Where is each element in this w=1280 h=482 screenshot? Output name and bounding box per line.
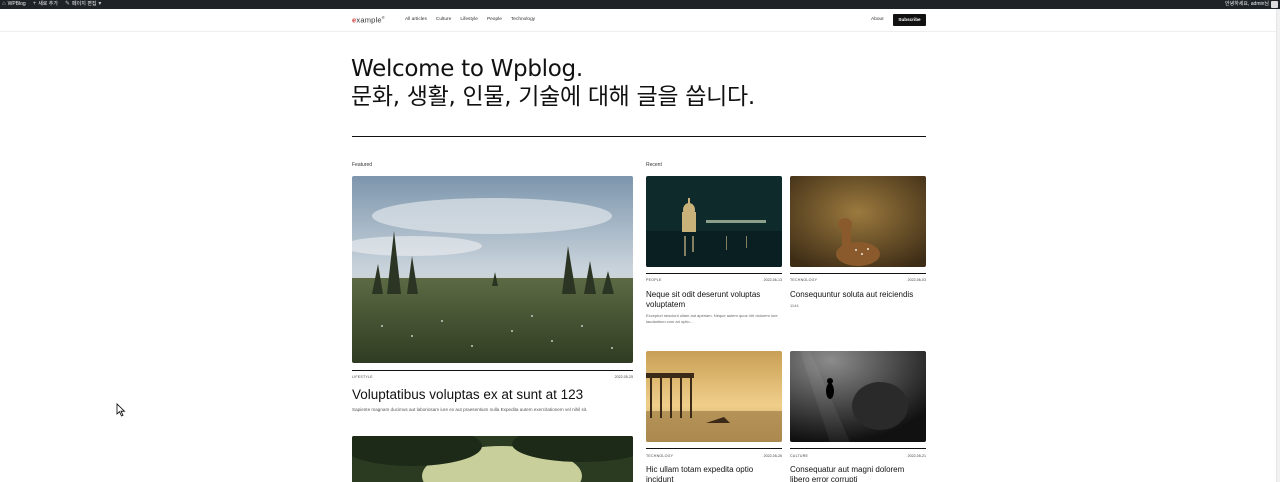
- recent-title-1[interactable]: Neque sit odit deserunt voluptas volupta…: [646, 290, 782, 309]
- recent-category-3[interactable]: TECHNOLOGY: [646, 454, 673, 458]
- avatar: [1271, 1, 1278, 8]
- admin-bar-edit[interactable]: ✎ 페이지 편집 ▾: [65, 0, 101, 9]
- recent-date-4: 2022-05-21: [907, 454, 926, 458]
- featured-label: Featured: [352, 162, 373, 168]
- featured-divider: [352, 370, 633, 371]
- featured-category[interactable]: LIFESTYLE: [352, 375, 373, 379]
- admin-bar-site[interactable]: ⌂ WPBlog: [2, 0, 26, 9]
- recent-divider-3: [646, 448, 782, 449]
- recent-image-1[interactable]: [646, 176, 782, 267]
- pencil-icon: ✎: [65, 1, 71, 7]
- admin-bar-edit-label: 페이지 편집: [72, 1, 97, 7]
- admin-bar-new[interactable]: + 새로 추가: [33, 0, 58, 9]
- recent-title-2[interactable]: Consequuntur soluta aut reiciendis: [790, 290, 926, 300]
- recent-image-3[interactable]: [646, 351, 782, 442]
- featured-title[interactable]: Voluptatibus voluptas ex at sunt at 123: [352, 387, 583, 402]
- home-icon: ⌂: [2, 1, 6, 7]
- recent-date-1: 2022-06-13: [763, 278, 782, 282]
- hero-heading: Welcome to Wpblog. 문화, 생활, 인물, 기술에 대해 글을…: [351, 56, 927, 111]
- recent-title-3[interactable]: Hic ullam totam expedita optio incidunt: [646, 465, 782, 482]
- featured-excerpt: Sapiente magnam ducimus aut laboriosam i…: [352, 407, 588, 412]
- nav-about[interactable]: About: [871, 17, 884, 22]
- recent-divider-4: [790, 448, 926, 449]
- recent-title-4[interactable]: Consequatur aut magni dolorem libero err…: [790, 465, 926, 482]
- plus-icon: +: [32, 1, 37, 7]
- nav-lifestyle[interactable]: Lifestyle: [460, 17, 478, 22]
- recent-date-3: 2022-05-26: [763, 454, 782, 458]
- main-nav: All articles Culture Lifestyle People Te…: [405, 17, 535, 22]
- recent-category-4[interactable]: CULTURE: [790, 454, 808, 458]
- nav-all-articles[interactable]: All articles: [405, 17, 427, 22]
- admin-bar-site-name: WPBlog: [7, 1, 26, 7]
- nav-technology[interactable]: Technology: [511, 17, 535, 22]
- recent-category-2[interactable]: TECHNOLOGY: [790, 278, 817, 282]
- site-logo[interactable]: example®: [352, 15, 385, 25]
- site-header: example® All articles Culture Lifestyle …: [0, 9, 1276, 32]
- mouse-cursor-icon: [116, 403, 126, 417]
- chevron-down-icon: ▾: [98, 1, 102, 7]
- recent-category-1[interactable]: PEOPLE: [646, 278, 662, 282]
- featured-second-image[interactable]: [352, 436, 633, 482]
- hero-divider: [352, 136, 926, 137]
- recent-divider-1: [646, 273, 782, 274]
- admin-bar-greeting: 안녕하세요, admin님: [1225, 1, 1269, 7]
- featured-image[interactable]: [352, 176, 633, 363]
- wp-admin-bar: ⌂ WPBlog + 새로 추가 ✎ 페이지 편집 ▾ 안녕하세요, admin…: [0, 0, 1280, 9]
- logo-mark-icon: ®: [381, 15, 385, 20]
- featured-date: 2022-05-25: [614, 375, 633, 379]
- hero-line-2: 문화, 생활, 인물, 기술에 대해 글을 씁니다.: [351, 83, 755, 110]
- recent-excerpt-2: 1144: [790, 303, 799, 308]
- admin-bar-new-label: 새로 추가: [38, 1, 58, 7]
- admin-bar-left: ⌂ WPBlog + 새로 추가 ✎ 페이지 편집 ▾: [2, 0, 101, 9]
- recent-excerpt-1: Excepturi nesciunt ullam aut aperiam. Ne…: [646, 313, 778, 324]
- admin-bar-account[interactable]: 안녕하세요, admin님: [1225, 0, 1278, 9]
- page-scrollbar[interactable]: [1276, 9, 1280, 482]
- hero-line-1: Welcome to Wpblog.: [351, 56, 583, 82]
- recent-label: Recent: [646, 162, 662, 168]
- recent-date-2: 2022-06-03: [907, 278, 926, 282]
- recent-divider-2: [790, 273, 926, 274]
- recent-image-4[interactable]: [790, 351, 926, 442]
- subscribe-button[interactable]: Subscribe: [893, 14, 926, 26]
- nav-people[interactable]: People: [487, 17, 502, 22]
- logo-text: xample: [356, 15, 382, 25]
- recent-image-2[interactable]: [790, 176, 926, 267]
- nav-culture[interactable]: Culture: [436, 17, 451, 22]
